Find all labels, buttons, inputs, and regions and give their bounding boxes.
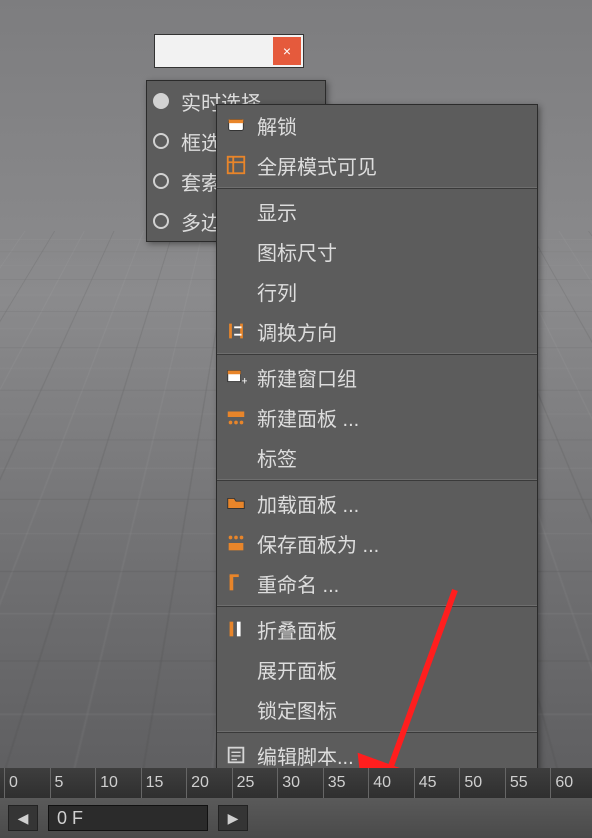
blank-icon	[223, 656, 249, 682]
close-button[interactable]: ×	[273, 37, 301, 65]
menu-item-label: 全屏模式可见	[257, 151, 527, 180]
rename-icon	[223, 570, 249, 596]
timeline-tick: 5	[50, 768, 96, 798]
panel-context-menu: 解锁 全屏模式可见 显示 图标尺寸 行列 调换方向	[216, 104, 538, 838]
menu-item-expand[interactable]: 展开面板	[217, 649, 537, 689]
menu-separator	[217, 187, 537, 189]
menu-item-rows-cols[interactable]: 行列	[217, 271, 537, 311]
radio-icon	[153, 173, 169, 189]
menu-item-label: 新建窗口组	[257, 363, 527, 392]
menu-item-lock-icons[interactable]: 锁定图标	[217, 689, 537, 729]
timeline-tick: 15	[141, 768, 187, 798]
timeline-tick: 40	[368, 768, 414, 798]
menu-item-label: 保存面板为 ...	[257, 529, 527, 558]
menu-item-label: 解锁	[257, 111, 527, 140]
blank-icon	[223, 696, 249, 722]
menu-item-label: 调换方向	[257, 317, 527, 346]
menu-item-new-panel[interactable]: 新建面板 ...	[217, 397, 537, 437]
menu-separator	[217, 731, 537, 733]
radio-icon	[153, 93, 169, 109]
fullscreen-icon	[223, 152, 249, 178]
menu-item-save-panel-as[interactable]: 保存面板为 ...	[217, 523, 537, 563]
menu-item-label: 新建面板 ...	[257, 403, 527, 432]
timeline-tick: 45	[414, 768, 460, 798]
timeline-tick: 25	[232, 768, 278, 798]
current-frame-field[interactable]: 0 F	[48, 805, 208, 831]
blank-icon	[223, 444, 249, 470]
menu-separator	[217, 479, 537, 481]
radio-icon	[153, 133, 169, 149]
menu-item-load-panel[interactable]: 加载面板 ...	[217, 483, 537, 523]
blank-icon	[223, 198, 249, 224]
menu-item-label: 展开面板	[257, 655, 527, 684]
unlock-icon	[223, 112, 249, 138]
menu-item-collapse[interactable]: 折叠面板	[217, 609, 537, 649]
menu-separator	[217, 353, 537, 355]
menu-item-icon-size[interactable]: 图标尺寸	[217, 231, 537, 271]
timeline-ruler[interactable]: 0 5 10 15 20 25 30 35 40 45 50 55 60	[0, 768, 592, 798]
prev-frame-button[interactable]: ◀	[8, 805, 38, 831]
svg-text:+: +	[242, 375, 248, 387]
menu-item-display[interactable]: 显示	[217, 191, 537, 231]
next-frame-button[interactable]: ▶	[218, 805, 248, 831]
menu-item-new-window-group[interactable]: + 新建窗口组	[217, 357, 537, 397]
timeline-tick: 60	[550, 768, 592, 798]
timeline-tick: 30	[277, 768, 323, 798]
new-panel-icon	[223, 404, 249, 430]
menu-item-label: 加载面板 ...	[257, 489, 527, 518]
menu-item-label: 折叠面板	[257, 615, 527, 644]
new-window-icon: +	[223, 364, 249, 390]
open-panel-icon	[223, 490, 249, 516]
menu-item-unlock[interactable]: 解锁	[217, 105, 537, 145]
swap-dir-icon	[223, 318, 249, 344]
timeline-tick: 10	[95, 768, 141, 798]
timeline-tick: 50	[459, 768, 505, 798]
menu-separator	[217, 605, 537, 607]
save-panel-icon	[223, 530, 249, 556]
status-bar: ◀ 0 F ▶	[0, 798, 592, 838]
timeline-tick: 0	[4, 768, 50, 798]
timeline-tick: 55	[505, 768, 551, 798]
menu-item-label: 锁定图标	[257, 695, 527, 724]
timeline-tick: 20	[186, 768, 232, 798]
menu-item-label: 行列	[257, 277, 527, 306]
menu-item-label: 标签	[257, 443, 527, 472]
radio-icon	[153, 213, 169, 229]
menu-item-swap-dir[interactable]: 调换方向	[217, 311, 537, 351]
timeline-tick: 35	[323, 768, 369, 798]
floating-panel[interactable]: ×	[154, 34, 304, 68]
menu-item-rename[interactable]: 重命名 ...	[217, 563, 537, 603]
menu-item-fullscreen[interactable]: 全屏模式可见	[217, 145, 537, 185]
menu-item-labels[interactable]: 标签	[217, 437, 537, 477]
collapse-icon	[223, 616, 249, 642]
menu-item-label: 重命名 ...	[257, 569, 527, 598]
blank-icon	[223, 238, 249, 264]
viewport-3d[interactable]: × 实时选择 框选 套索 多边 解锁	[0, 0, 592, 838]
menu-item-label: 图标尺寸	[257, 237, 527, 266]
edit-script-icon	[223, 742, 249, 768]
menu-item-label: 编辑脚本...	[257, 741, 527, 770]
blank-icon	[223, 278, 249, 304]
menu-item-label: 显示	[257, 197, 527, 226]
